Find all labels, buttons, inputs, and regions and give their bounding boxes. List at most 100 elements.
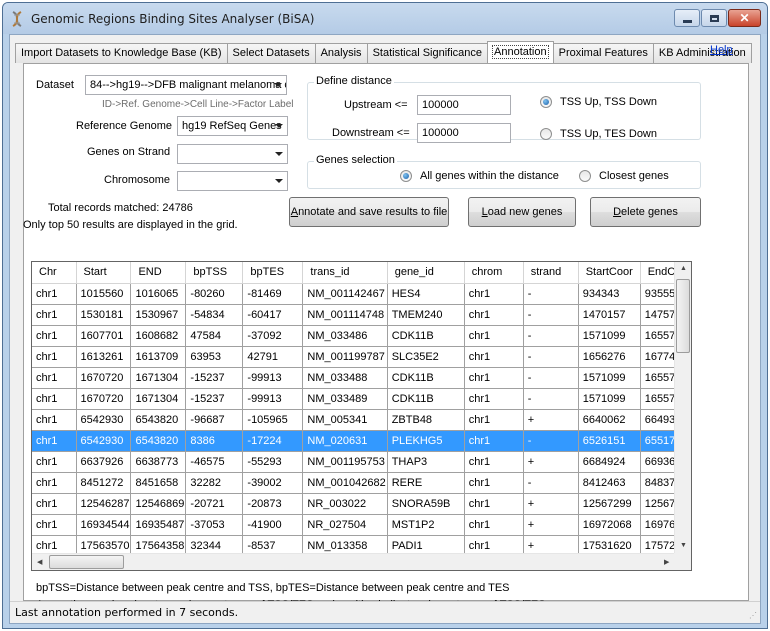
table-cell[interactable]: chr1 (464, 325, 524, 347)
title-bar[interactable]: Genomic Regions Binding Sites Analyser (… (3, 3, 767, 34)
table-cell[interactable]: -81469 (242, 283, 304, 305)
table-cell[interactable]: MST1P2 (387, 514, 465, 536)
table-cell[interactable]: chr1 (464, 493, 524, 515)
radio-all-genes[interactable]: All genes within the distance (400, 170, 559, 182)
tab-kb-administration[interactable]: KB Administration (652, 43, 752, 63)
table-cell[interactable]: 6637926 (76, 451, 132, 473)
table-cell[interactable]: 1571099 (578, 367, 641, 389)
table-cell[interactable]: 1671304 (130, 388, 187, 410)
scroll-down-icon[interactable]: ▼ (680, 542, 687, 549)
table-cell[interactable]: chr1 (32, 472, 77, 494)
table-cell[interactable]: 1016065 (130, 283, 187, 305)
table-cell[interactable]: 1571099 (578, 388, 641, 410)
column-header[interactable]: gene_id (387, 262, 465, 284)
table-cell[interactable]: - (523, 388, 579, 410)
table-cell[interactable]: -41900 (242, 514, 304, 536)
table-cell[interactable]: NM_020631 (302, 430, 388, 452)
upstream-input[interactable]: 100000 (417, 95, 511, 115)
table-cell[interactable]: NM_001142467 (302, 283, 388, 305)
horizontal-scrollbar[interactable]: ◀ ▶ (32, 553, 676, 570)
tab-import-datasets[interactable]: Import Datasets to Knowledge Base (KB) (15, 43, 228, 63)
table-cell[interactable]: chr1 (464, 430, 524, 452)
table-cell[interactable]: 12567299 (578, 493, 641, 515)
table-cell[interactable]: 63953 (185, 346, 244, 368)
table-cell[interactable]: -55293 (242, 451, 304, 473)
table-cell[interactable]: - (523, 472, 579, 494)
table-cell[interactable]: chr1 (32, 304, 77, 326)
table-cell[interactable]: - (523, 430, 579, 452)
chromosome-select[interactable] (177, 171, 288, 191)
tab-annotation[interactable]: Annotation (487, 41, 554, 63)
tab-select-datasets[interactable]: Select Datasets (226, 43, 316, 63)
table-row[interactable]: chr1 1670720 1671304 -15237 -99913 NM_033488 C… (32, 367, 681, 389)
table-cell[interactable]: SLC35E2 (387, 346, 465, 368)
table-cell[interactable]: SNORA59B (387, 493, 465, 515)
table-cell[interactable]: NM_001114748 (302, 304, 388, 326)
table-cell[interactable]: + (523, 409, 579, 431)
table-cell[interactable]: 12546869 (130, 493, 187, 515)
table-row[interactable]: chr1 16934544 16935487 -37053 -41900 NR_02750… (32, 514, 681, 536)
table-cell[interactable]: 8412463 (578, 472, 641, 494)
table-cell[interactable]: 6684924 (578, 451, 641, 473)
table-cell[interactable]: 16934544 (76, 514, 132, 536)
scroll-right-icon[interactable]: ▶ (664, 558, 669, 566)
table-cell[interactable]: - (523, 304, 579, 326)
table-cell[interactable]: THAP3 (387, 451, 465, 473)
table-cell[interactable]: -39002 (242, 472, 304, 494)
table-cell[interactable]: 934343 (578, 283, 641, 305)
table-cell[interactable]: 6640062 (578, 409, 641, 431)
table-cell[interactable]: NM_001195753 (302, 451, 388, 473)
tab-analysis[interactable]: Analysis (314, 43, 368, 63)
table-cell[interactable]: 47584 (185, 325, 244, 347)
table-cell[interactable]: PLEKHG5 (387, 430, 465, 452)
table-cell[interactable]: - (523, 325, 579, 347)
table-cell[interactable]: -20873 (242, 493, 304, 515)
table-cell[interactable]: CDK11B (387, 388, 465, 410)
table-row[interactable]: chr1 6542930 6543820 -96687 -105965 NM_005341… (32, 409, 681, 431)
column-header[interactable]: strand (523, 262, 579, 284)
table-cell[interactable]: 6542930 (76, 409, 132, 431)
table-cell[interactable]: chr1 (32, 409, 77, 431)
table-cell[interactable]: CDK11B (387, 367, 465, 389)
table-cell[interactable]: 1530181 (76, 304, 132, 326)
table-cell[interactable]: chr1 (464, 388, 524, 410)
radio-closest-genes[interactable]: Closest genes (579, 170, 669, 182)
table-cell[interactable]: -96687 (185, 409, 244, 431)
scroll-left-icon[interactable]: ◀ (37, 558, 42, 566)
column-header[interactable]: chrom (464, 262, 524, 284)
table-row[interactable]: chr1 1613261 1613709 63953 42791 NM_001199787… (32, 346, 681, 368)
table-cell[interactable]: + (523, 493, 579, 515)
table-cell[interactable]: chr1 (32, 451, 77, 473)
table-cell[interactable]: 8451658 (130, 472, 187, 494)
table-row[interactable]: chr1 1670720 1671304 -15237 -99913 NM_033489 C… (32, 388, 681, 410)
table-cell[interactable]: TMEM240 (387, 304, 465, 326)
table-cell[interactable]: 6526151 (578, 430, 641, 452)
table-cell[interactable]: -15237 (185, 388, 244, 410)
delete-genes-button[interactable]: Delete genes (590, 197, 701, 227)
table-cell[interactable]: 1671304 (130, 367, 187, 389)
table-cell[interactable]: chr1 (464, 451, 524, 473)
table-cell[interactable]: + (523, 514, 579, 536)
table-cell[interactable]: chr1 (32, 388, 77, 410)
vertical-scrollbar[interactable]: ▲ ▼ (674, 262, 691, 553)
table-cell[interactable]: chr1 (464, 514, 524, 536)
table-cell[interactable]: 1470157 (578, 304, 641, 326)
table-cell[interactable]: chr1 (32, 514, 77, 536)
table-row[interactable]: chr1 8451272 8451658 32282 -39002 NM_00104268… (32, 472, 681, 494)
column-header[interactable]: StartCoor (578, 262, 641, 284)
genes-on-strand-select[interactable] (177, 144, 288, 164)
table-cell[interactable]: -20721 (185, 493, 244, 515)
reference-genome-select[interactable]: hg19 RefSeq Genes (177, 116, 288, 136)
table-cell[interactable]: - (523, 346, 579, 368)
tab-statistical-significance[interactable]: Statistical Significance (366, 43, 489, 63)
table-cell[interactable]: NM_033488 (302, 367, 388, 389)
dataset-select[interactable]: 84-->hg19-->DFB malignant melanoma ce (85, 75, 287, 95)
table-cell[interactable]: 42791 (242, 346, 304, 368)
table-cell[interactable]: 1571099 (578, 325, 641, 347)
table-cell[interactable]: + (523, 451, 579, 473)
load-new-genes-button[interactable]: Load new genes (468, 197, 576, 227)
table-row[interactable]: chr1 12546287 12546869 -20721 -20873 NR_00302… (32, 493, 681, 515)
table-cell[interactable]: NM_005341 (302, 409, 388, 431)
horizontal-scroll-thumb[interactable] (49, 555, 124, 569)
maximize-button[interactable] (701, 9, 727, 27)
